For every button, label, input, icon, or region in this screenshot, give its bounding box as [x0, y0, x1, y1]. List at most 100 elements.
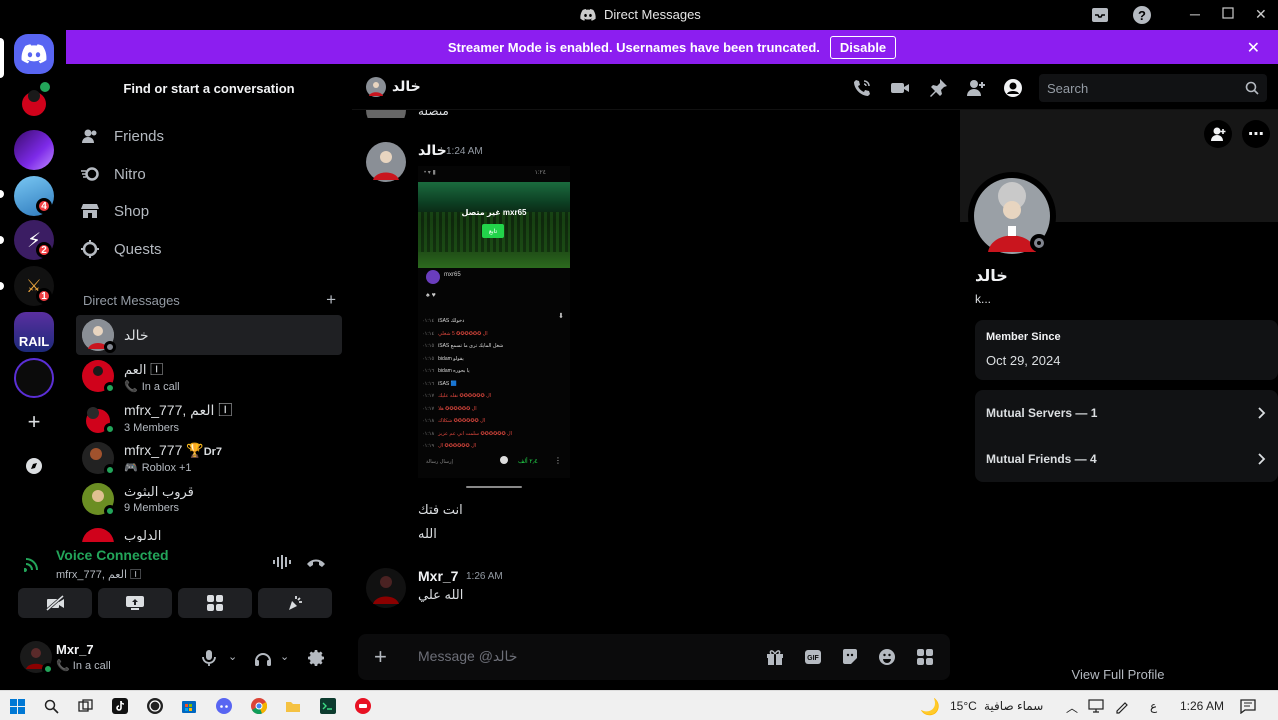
- show-hidden-icons[interactable]: ︿: [1066, 699, 1078, 716]
- headphones-icon[interactable]: [254, 649, 272, 667]
- noise-suppression-icon[interactable]: [272, 554, 292, 570]
- message-avatar[interactable]: [366, 568, 406, 608]
- mutual-friends-label: Mutual Friends — 4: [986, 452, 1097, 466]
- message-avatar[interactable]: [366, 142, 406, 182]
- dm-item-khaled[interactable]: خالد: [76, 315, 342, 355]
- create-dm-icon[interactable]: +: [326, 290, 336, 310]
- windows-start-icon[interactable]: [9, 698, 25, 714]
- attach-row-text: ال ✪✪✪✪✪✪ ال: [438, 443, 477, 449]
- headphones-chevron-down-icon[interactable]: ⌄: [280, 650, 289, 663]
- video-call-icon[interactable]: [890, 78, 910, 98]
- chevron-right-icon: [1258, 453, 1266, 465]
- attach-row: ٠١:١٨ ال ✪✪✪✪✪✪ شكلاك: [422, 416, 568, 426]
- minimize-button[interactable]: ─: [1190, 6, 1200, 22]
- server-purple[interactable]: [14, 130, 54, 170]
- obs-icon[interactable]: [147, 698, 163, 714]
- disable-button[interactable]: Disable: [829, 35, 897, 59]
- dm-name: mfrx_777, العم 🄸: [124, 402, 233, 418]
- clock[interactable]: 1:26 AM: [1180, 699, 1224, 713]
- message-timestamp: 1:24 AM: [446, 146, 483, 157]
- camera-off-button[interactable]: [18, 588, 92, 618]
- mic-icon[interactable]: [202, 649, 216, 667]
- apps-icon[interactable]: [916, 648, 934, 666]
- store-icon[interactable]: [181, 698, 197, 714]
- voice-call-icon[interactable]: [852, 78, 872, 98]
- discord-taskbar-icon[interactable]: [216, 698, 232, 714]
- nav-shop[interactable]: Shop: [80, 196, 149, 226]
- nav-quests[interactable]: Quests: [80, 234, 162, 264]
- discover-icon[interactable]: [14, 446, 54, 486]
- message-author[interactable]: Mxr_7: [418, 568, 458, 584]
- home-button[interactable]: [14, 34, 54, 74]
- gift-icon[interactable]: [766, 648, 784, 666]
- more-options-icon[interactable]: ⋯: [1242, 120, 1270, 148]
- message-timestamp: 1:26 AM: [466, 571, 503, 582]
- nav-nitro[interactable]: Nitro: [80, 159, 146, 189]
- status-online: [104, 464, 116, 476]
- sticker-icon[interactable]: [841, 648, 859, 666]
- mic-chevron-down-icon[interactable]: ⌄: [228, 650, 237, 663]
- temperature[interactable]: 15°C: [950, 699, 977, 713]
- pinned-messages-icon[interactable]: [928, 78, 948, 98]
- profile-avatar[interactable]: [968, 172, 1056, 260]
- recorder-icon[interactable]: [355, 698, 371, 714]
- dm-section-header: Direct Messages: [83, 293, 180, 308]
- view-full-profile-link[interactable]: View Full Profile: [958, 667, 1278, 682]
- message-author[interactable]: خالد: [418, 142, 447, 159]
- voice-status[interactable]: Voice Connected: [56, 547, 169, 563]
- input-language[interactable]: ع: [1150, 699, 1157, 713]
- nav-label: Shop: [114, 202, 150, 220]
- close-icon[interactable]: ✕: [1247, 38, 1260, 58]
- message-input[interactable]: Message @خالد: [418, 648, 517, 665]
- attach-home-indicator: [466, 486, 522, 488]
- add-friends-to-dm-icon[interactable]: [966, 78, 986, 98]
- dm-item-uncle[interactable]: العم 🄸 📞 In a call: [76, 356, 342, 396]
- inbox-icon[interactable]: [1090, 5, 1110, 25]
- maximize-button[interactable]: [1222, 7, 1234, 19]
- settings-gear-icon[interactable]: [306, 648, 326, 668]
- user-avatar[interactable]: [20, 641, 54, 675]
- dm-name: قروب البثوث: [124, 484, 194, 499]
- upload-plus-icon[interactable]: +: [374, 644, 387, 670]
- server-dark[interactable]: [14, 358, 54, 398]
- message-list: متصلة خالد 1:24 AM • ▾ ▮ ١:٢٤ غير متصل m…: [352, 110, 958, 630]
- user-profile-icon[interactable]: [1003, 78, 1023, 98]
- help-icon[interactable]: ?: [1132, 5, 1152, 25]
- add-server-icon[interactable]: +: [14, 402, 54, 442]
- mutual-servers-row[interactable]: Mutual Servers — 1: [975, 390, 1278, 436]
- image-attachment[interactable]: • ▾ ▮ ١:٢٤ غير متصل mxr65 تابع mxr65 ♠ ♥…: [418, 166, 570, 478]
- dm-item-group[interactable]: mfrx_777, العم 🄸 3 Members: [76, 397, 342, 437]
- weather-text[interactable]: سماء صافية: [984, 699, 1043, 713]
- gif-icon[interactable]: GIF: [804, 648, 822, 666]
- nav-friends[interactable]: Friends: [80, 121, 164, 151]
- chrome-icon[interactable]: [251, 698, 267, 714]
- close-window-button[interactable]: ✕: [1255, 6, 1267, 23]
- dm-item-mfrx[interactable]: mfrx_777 🏆Dr7 🎮 Roblox +1: [76, 438, 342, 478]
- weather-moon-icon[interactable]: 🌙: [920, 697, 940, 717]
- file-explorer-icon[interactable]: [285, 698, 301, 714]
- disconnect-icon[interactable]: [306, 556, 326, 568]
- dm-item-partial[interactable]: الدلوب: [76, 520, 342, 542]
- user-status: 📞 In a call: [56, 659, 111, 672]
- server-rail-logo[interactable]: RAIL: [14, 312, 54, 352]
- dm-item-streams-group[interactable]: قروب البثوث 9 Members: [76, 479, 342, 519]
- tiktok-icon[interactable]: [112, 698, 128, 714]
- task-view-icon[interactable]: [77, 698, 93, 714]
- pen-icon[interactable]: [1114, 698, 1130, 714]
- notifications-icon[interactable]: [1240, 698, 1256, 714]
- activities-button[interactable]: [178, 588, 252, 618]
- avatar: [82, 319, 116, 353]
- screen-share-button[interactable]: [98, 588, 172, 618]
- find-conversation-button[interactable]: Find or start a conversation: [76, 74, 342, 102]
- search-input[interactable]: Search: [1039, 74, 1267, 102]
- activities-icon: [207, 595, 223, 611]
- emoji-icon[interactable]: [878, 648, 896, 666]
- terminal-icon[interactable]: [320, 698, 336, 714]
- taskbar-search-icon[interactable]: [43, 698, 59, 714]
- network-icon[interactable]: [1088, 698, 1104, 714]
- soundboard-button[interactable]: [258, 588, 332, 618]
- mutual-friends-row[interactable]: Mutual Friends — 4: [975, 436, 1278, 482]
- attach-row-text: ال ✪✪✪✪✪✪ هلا: [438, 405, 477, 412]
- member-since-label: Member Since: [986, 331, 1061, 343]
- add-friend-icon[interactable]: [1204, 120, 1232, 148]
